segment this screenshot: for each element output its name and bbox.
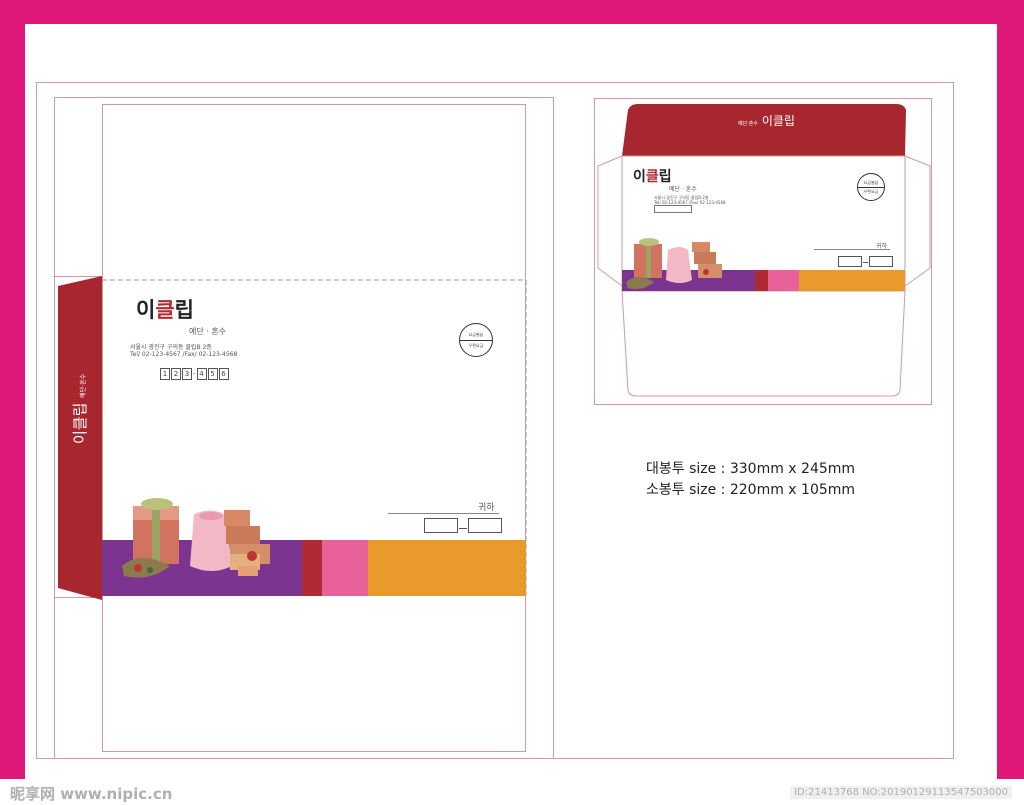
small-recipient-zip bbox=[838, 252, 893, 271]
spec-large: 대봉투 size : 330mm x 245mm bbox=[646, 461, 856, 477]
small-brand-char-2: 클 bbox=[645, 169, 659, 185]
small-bottom-flap bbox=[621, 290, 906, 397]
stamp-bottom-text: 우편요금 bbox=[468, 343, 484, 348]
small-recipient-line bbox=[814, 249, 890, 250]
brand-char-1: 이 bbox=[136, 297, 156, 322]
zip-digit: 5 bbox=[207, 368, 218, 380]
spec-small: 소봉투 size : 220mm x 105mm bbox=[646, 482, 856, 498]
brand-char-2: 클 bbox=[155, 297, 175, 322]
small-postage-stamp-mark: 요금별납 우편요금 bbox=[857, 173, 885, 201]
small-stripe-orange bbox=[799, 270, 905, 291]
small-brand-char-1: 이 bbox=[633, 169, 646, 185]
zip-digit: 6 bbox=[218, 368, 229, 380]
stripe-orange bbox=[368, 540, 526, 596]
watermark-bar: 昵享网 www.nipic.cn ID:21413768 NO:20190129… bbox=[0, 779, 1024, 805]
small-stripe-pink bbox=[768, 270, 799, 291]
zip-digit: 1 bbox=[160, 368, 170, 380]
large-address-line1: 서울시 광진구 구의동 클립B 2층 bbox=[130, 344, 212, 351]
zip-separator: - bbox=[193, 370, 196, 378]
stripe-pink bbox=[322, 540, 368, 596]
small-right-wing bbox=[904, 155, 931, 287]
watermark-left: 昵享网 www.nipic.cn bbox=[10, 785, 173, 803]
small-flap-tagline: 예단·혼수 bbox=[738, 121, 758, 127]
small-zip-boxes bbox=[654, 205, 692, 213]
large-recipient-label: 귀하 bbox=[478, 503, 495, 513]
small-stamp-top-text: 요금별납 bbox=[863, 180, 879, 185]
small-flap-logo-text: 이클립 bbox=[761, 114, 795, 128]
side-flap-small-text: 예단·혼수 bbox=[80, 373, 87, 398]
stamp-top-text: 요금별납 bbox=[468, 332, 484, 337]
small-brand-logo: 이클립 bbox=[633, 166, 672, 186]
small-flap-logo: 예단·혼수 이클립 bbox=[738, 112, 795, 129]
large-recipient-zip bbox=[424, 518, 502, 537]
watermark-right: ID:21413768 NO:20190129113547503000 bbox=[790, 786, 1012, 799]
side-flap-logo-text: 이클립 bbox=[71, 402, 89, 444]
brand-char-3: 립 bbox=[174, 297, 194, 322]
large-brand-tagline: 예단 · 혼수 bbox=[189, 327, 227, 336]
side-flap-logo: 이클립 예단·혼수 bbox=[39, 374, 119, 444]
zip-digit: 3 bbox=[182, 368, 192, 380]
small-brand-char-3: 립 bbox=[658, 169, 672, 185]
small-stamp-bottom-text: 우편요금 bbox=[863, 189, 879, 194]
zip-digit: 4 bbox=[196, 368, 207, 380]
small-brand-tagline: 예단 · 혼수 bbox=[669, 186, 697, 193]
small-left-wing bbox=[597, 155, 623, 287]
stripe-red bbox=[302, 540, 322, 596]
large-envelope-art bbox=[58, 276, 527, 600]
small-stripe-red bbox=[755, 270, 768, 291]
large-recipient-line bbox=[388, 513, 499, 514]
large-brand-logo: 이클립 bbox=[136, 294, 194, 324]
large-zip-boxes: 123-456 bbox=[160, 361, 230, 380]
zip-digit: 2 bbox=[171, 368, 181, 380]
large-postage-stamp-mark: 요금별납 우편요금 bbox=[459, 323, 493, 357]
large-address-line2: Tel/ 02-123-4567 /Fax/ 02-123-4568 bbox=[130, 351, 238, 358]
gift-boxes-illustration bbox=[122, 498, 270, 578]
